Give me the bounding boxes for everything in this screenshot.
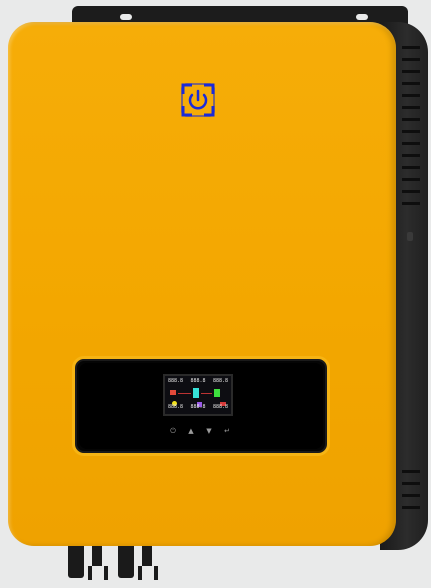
power-icon[interactable]: ⏻	[168, 426, 178, 436]
vent-slot	[402, 506, 420, 509]
lcd-bottom-row: 888.8 888.8 888.8	[168, 403, 228, 411]
dc-connector	[142, 546, 152, 566]
lcd-readout: 888.8	[212, 404, 228, 410]
vent-slot	[402, 94, 420, 97]
control-keys: ⏻ ▲ ▼ ↵	[168, 426, 232, 436]
vent-slot	[402, 142, 420, 145]
flow-line	[201, 393, 212, 394]
down-arrow-icon[interactable]: ▼	[204, 426, 214, 436]
connector-pin	[154, 566, 158, 580]
lcd-readout: 888.8	[212, 378, 228, 384]
vent-slot	[402, 166, 420, 169]
lcd-readout: 888.8	[190, 404, 206, 410]
connector-pin	[138, 566, 142, 580]
vent-slot	[402, 494, 420, 497]
dc-connector	[68, 546, 84, 578]
dc-connector	[118, 546, 134, 578]
lcd-readout: 888.8	[168, 404, 184, 410]
lcd-flow-diagram	[168, 387, 228, 407]
mounting-hole-left	[120, 14, 132, 20]
vent-slot	[402, 106, 420, 109]
vent-slot	[402, 70, 420, 73]
connector-pin	[88, 566, 92, 580]
vent-slot	[402, 178, 420, 181]
dc-connector	[92, 546, 102, 566]
vent-slot	[402, 130, 420, 133]
vent-slot	[402, 118, 420, 121]
lcd-screen: 888.8 888.8 888.8 888.8 888.8 888.8	[163, 374, 233, 416]
lcd-readout: 888.8	[190, 378, 206, 384]
vent-slot	[402, 190, 420, 193]
enter-icon[interactable]: ↵	[222, 426, 232, 436]
vent-slot	[402, 154, 420, 157]
mounting-hole-right	[356, 14, 368, 20]
load-indicator	[214, 389, 220, 397]
vent-slot	[402, 58, 420, 61]
vent-slot	[402, 82, 420, 85]
vent-slot	[402, 470, 420, 473]
connector-pin	[104, 566, 108, 580]
power-icon	[181, 83, 215, 117]
side-indicator	[407, 232, 413, 241]
battery-indicator	[193, 388, 199, 398]
lcd-readout: 888.8	[168, 378, 184, 384]
vent-slot	[402, 482, 420, 485]
inverter-photo: 888.8 888.8 888.8 888.8 888.8 888.8 ⏻ ▲ …	[0, 0, 431, 588]
up-arrow-icon[interactable]: ▲	[186, 426, 196, 436]
pv-indicator	[170, 390, 176, 395]
flow-line	[178, 393, 191, 394]
vent-slot	[402, 46, 420, 49]
vent-slot	[402, 202, 420, 205]
lcd-top-row: 888.8 888.8 888.8	[168, 377, 228, 385]
